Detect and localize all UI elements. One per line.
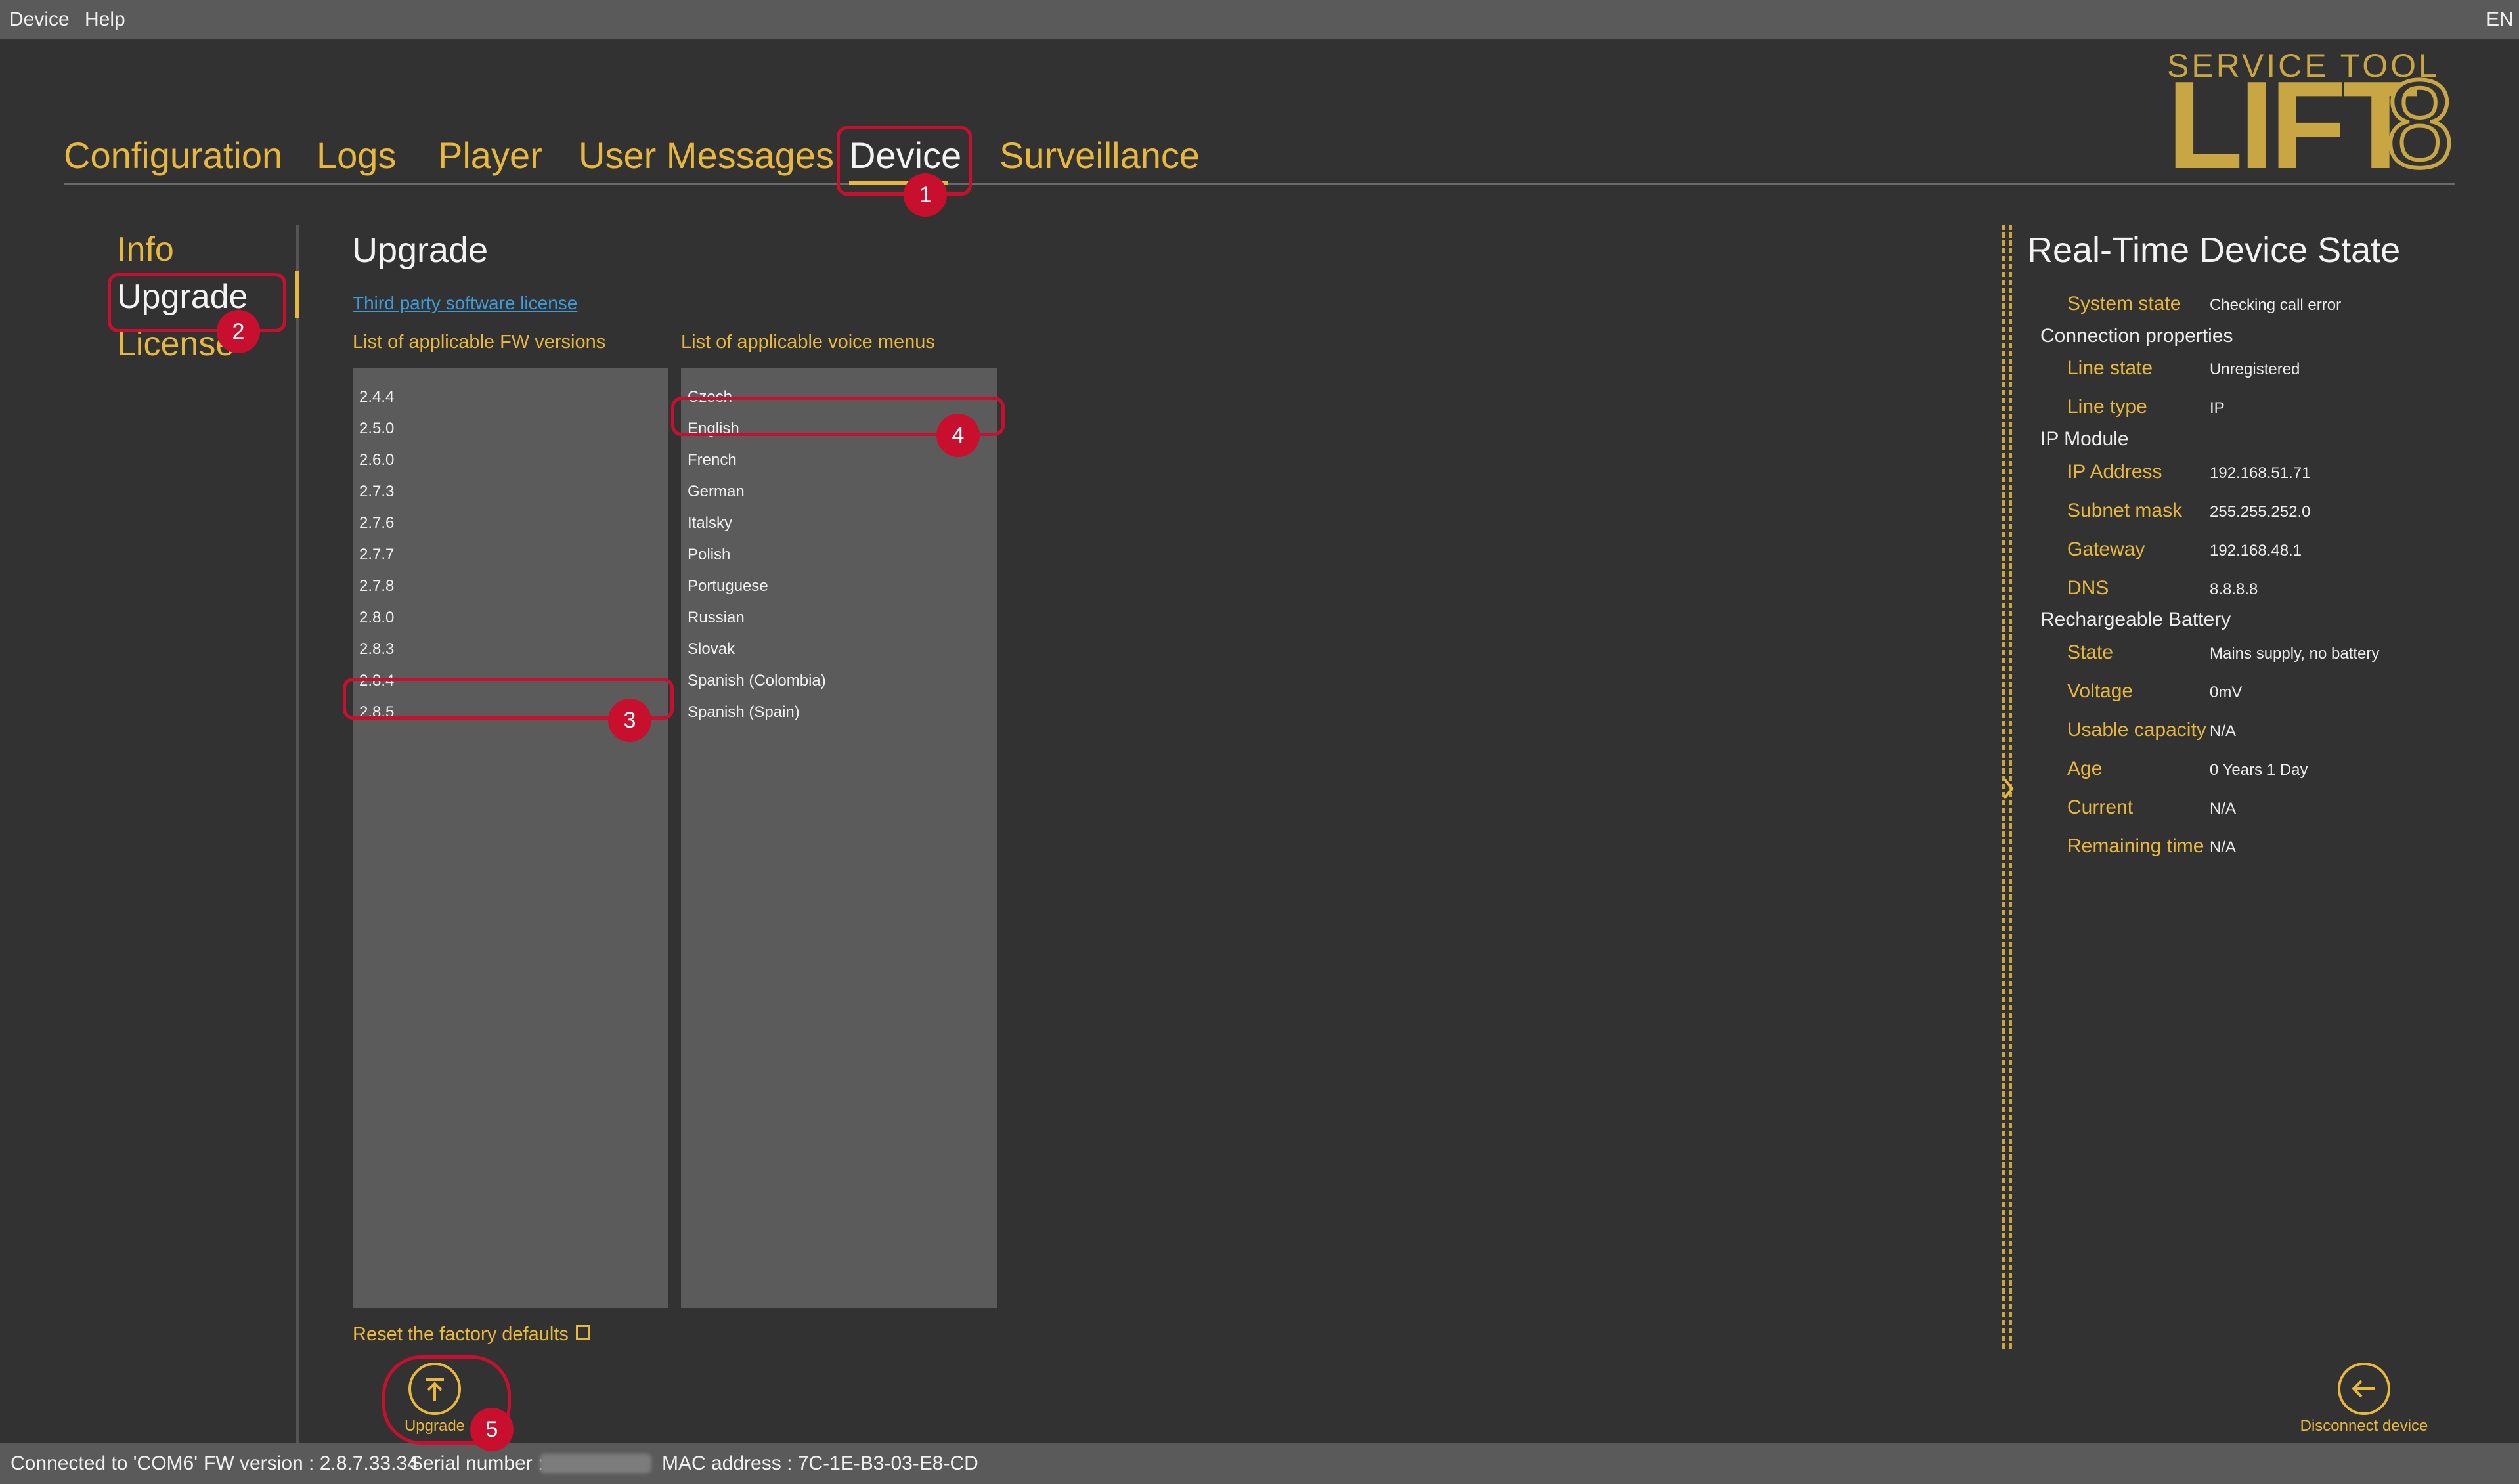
line-state-label: Line state (2067, 357, 2153, 379)
connection-properties-group: Connection properties (2040, 325, 2233, 347)
connection-status: Connected to 'COM6' (11, 1452, 198, 1474)
state-panel-title: Real-Time Device State (2027, 230, 2401, 270)
voltage-label: Voltage (2067, 680, 2134, 702)
fw-version-item[interactable]: 2.8.3 (359, 636, 394, 663)
age-label: Age (2067, 758, 2103, 779)
annotation-badge: 2 (217, 310, 260, 353)
voice-menu-item[interactable]: Spanish (Spain) (688, 699, 800, 726)
system-state-label: System state (2067, 293, 2181, 315)
ip-address-value: 192.168.51.71 (2210, 464, 2311, 482)
fw-version-item[interactable]: 2.7.8 (359, 573, 394, 600)
tab-logs[interactable]: Logs (317, 128, 396, 183)
voice-menu-item[interactable]: Slovak (688, 636, 735, 663)
usable-capacity-label: Usable capacity (2067, 719, 2206, 741)
menu-device[interactable]: Device (9, 0, 70, 39)
voice-menu-item[interactable]: German (688, 479, 745, 505)
usable-capacity-value: N/A (2210, 722, 2237, 740)
line-type-label: Line type (2067, 396, 2147, 418)
current-label: Current (2067, 797, 2134, 818)
system-state-value: Checking call error (2210, 296, 2342, 314)
menu-bar (0, 0, 2519, 39)
voice-menu-item[interactable]: Polish (688, 542, 730, 568)
menu-help[interactable]: Help (85, 0, 125, 39)
annotation-badge: 3 (608, 699, 651, 742)
sidebar-active-indicator (295, 271, 299, 318)
dns-value: 8.8.8.8 (2210, 580, 2258, 598)
subnet-mask-value: 255.255.252.0 (2210, 503, 2311, 521)
fw-version-item[interactable]: 2.7.3 (359, 479, 394, 505)
fw-version-item[interactable]: 2.7.7 (359, 542, 394, 568)
fw-version-item[interactable]: 2.8.0 (359, 605, 394, 631)
disconnect-button-label[interactable]: Disconnect device (2285, 1417, 2443, 1435)
third-party-license-link[interactable]: Third party software license (353, 293, 577, 314)
ip-address-label: IP Address (2067, 461, 2162, 483)
voice-menu-item[interactable]: Russian (688, 605, 745, 631)
voice-menu-list[interactable]: Czech English French German Italsky Poli… (681, 368, 997, 1308)
age-value: 0 Years 1 Day (2210, 761, 2308, 779)
disconnect-button[interactable] (2338, 1363, 2390, 1415)
sidebar-divider (296, 225, 299, 1443)
annotation-badge: 5 (470, 1408, 514, 1451)
line-type-value: IP (2210, 399, 2225, 417)
annotation-badge: 4 (936, 414, 980, 457)
fw-version-item[interactable]: 2.7.6 (359, 510, 394, 536)
sidebar-item-info[interactable]: Info (117, 226, 174, 273)
voice-menu-item[interactable]: Spanish (Colombia) (688, 668, 826, 694)
voice-menu-item[interactable]: Italsky (688, 510, 732, 536)
remaining-time-value: N/A (2210, 839, 2237, 856)
logo: LIFT (2167, 56, 2419, 195)
rechargeable-battery-group: Rechargeable Battery (2040, 609, 2231, 630)
ip-module-group: IP Module (2040, 428, 2129, 450)
tab-player[interactable]: Player (438, 128, 542, 183)
serial-number-label: Serial number : (410, 1452, 544, 1474)
tab-surveillance[interactable]: Surveillance (999, 128, 1200, 183)
voltage-value: 0mV (2210, 684, 2243, 701)
fw-version-item[interactable]: 2.5.0 (359, 416, 394, 442)
tab-underline (64, 183, 2455, 185)
remaining-time-label: Remaining time (2067, 835, 2204, 857)
fw-version-status: FW version : 2.8.7.33.34 (204, 1452, 418, 1474)
subnet-mask-label: Subnet mask (2067, 500, 2183, 521)
voice-menu-item[interactable]: French (688, 447, 737, 473)
serial-number-redacted (540, 1454, 651, 1473)
fw-version-list[interactable]: 2.4.4 2.5.0 2.6.0 2.7.3 2.7.6 2.7.7 2.7.… (353, 368, 668, 1308)
annotation-badge: 1 (904, 173, 947, 217)
mac-address-status: MAC address : 7C-1E-B3-03-E8-CD (662, 1452, 978, 1474)
fw-version-item[interactable]: 2.4.4 (359, 384, 394, 410)
language-indicator[interactable]: EN (2486, 0, 2514, 39)
fw-version-item[interactable]: 2.6.0 (359, 447, 394, 473)
logo-digit: 8 (2383, 55, 2457, 194)
annotation-highlight (108, 273, 286, 332)
dns-label: DNS (2067, 577, 2109, 599)
battery-state-label: State (2067, 642, 2114, 663)
reset-factory-defaults-label: Reset the factory defaults (353, 1324, 569, 1345)
voice-list-title: List of applicable voice menus (681, 332, 935, 353)
line-state-value: Unregistered (2210, 360, 2300, 378)
gateway-label: Gateway (2067, 538, 2145, 560)
annotation-highlight (837, 126, 972, 196)
tab-configuration[interactable]: Configuration (64, 128, 282, 183)
current-value: N/A (2210, 800, 2237, 818)
arrow-left-icon (2352, 1380, 2375, 1398)
gateway-value: 192.168.48.1 (2210, 542, 2302, 559)
fw-list-title: List of applicable FW versions (353, 332, 606, 353)
chevron-right-icon[interactable] (2000, 775, 2016, 802)
reset-factory-defaults-checkbox[interactable] (576, 1325, 590, 1340)
tab-user-messages[interactable]: User Messages (579, 128, 834, 183)
voice-menu-item[interactable]: Portuguese (688, 573, 768, 600)
battery-state-value: Mains supply, no battery (2210, 645, 2380, 663)
page-title: Upgrade (352, 230, 489, 270)
